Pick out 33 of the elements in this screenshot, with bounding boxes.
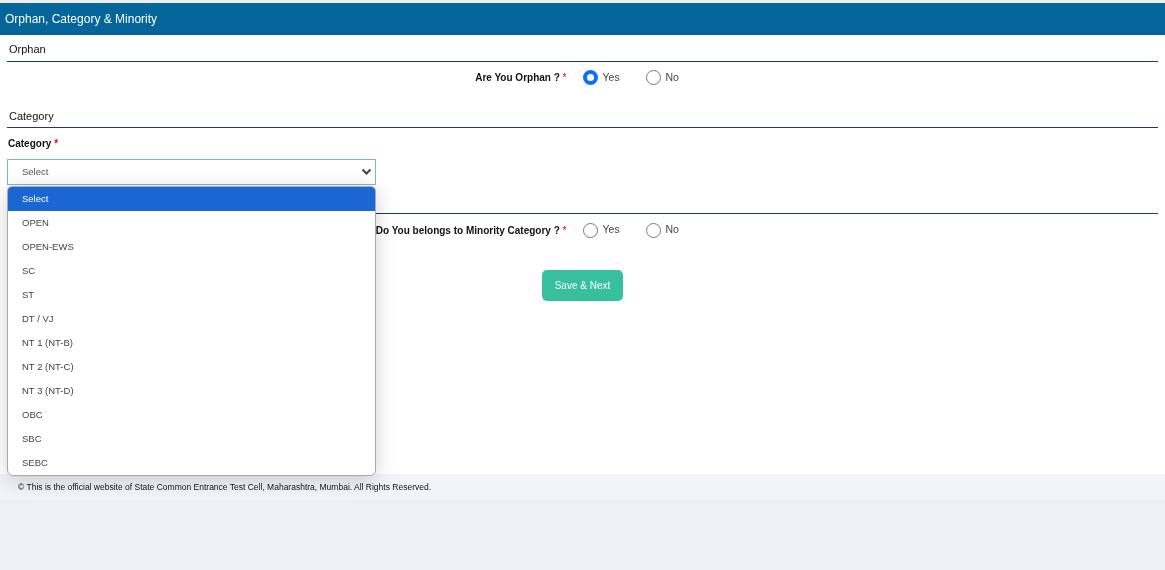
- dropdown-option[interactable]: NT 2 (NT-C): [8, 355, 375, 379]
- dropdown-option[interactable]: NT 1 (NT-B): [8, 331, 375, 355]
- radio-label[interactable]: No: [665, 222, 679, 238]
- radio-label[interactable]: Yes: [602, 69, 620, 86]
- section-heading: Orphan: [7, 35, 1158, 62]
- dropdown-option[interactable]: SC: [8, 259, 375, 283]
- dropdown-option[interactable]: OPEN-EWS: [8, 235, 375, 259]
- section-heading: Category: [7, 101, 1158, 128]
- select-value: Select: [22, 164, 49, 179]
- footer-text: © This is the official website of State Common Entrance Test Cell, Maharashtra, Mumbai. All Rights Reserved.: [0, 474, 1165, 500]
- category-select[interactable]: Select: [7, 159, 376, 185]
- chevron-down-icon: [361, 168, 372, 176]
- dropdown-option[interactable]: SEBC: [8, 451, 375, 475]
- radio-button[interactable]: [582, 70, 598, 85]
- question-label: Do You belongs to Minority Category ?: [375, 224, 561, 236]
- radio-button[interactable]: [645, 70, 661, 85]
- field-label: Category: [8, 138, 53, 149]
- radio-label[interactable]: No: [665, 69, 679, 86]
- required-mark: *: [562, 224, 567, 236]
- dropdown-option[interactable]: ST: [8, 283, 375, 307]
- page-title: Orphan, Category & Minority: [0, 3, 1165, 35]
- radio-button[interactable]: [582, 222, 598, 238]
- dropdown-option[interactable]: Select: [8, 187, 375, 211]
- required-mark: *: [54, 138, 59, 149]
- radio-button[interactable]: [645, 222, 661, 238]
- question-label: Are You Orphan ?: [475, 72, 561, 83]
- dropdown-option[interactable]: OBC: [8, 403, 375, 427]
- dropdown-option[interactable]: DT / VJ: [8, 307, 375, 331]
- dropdown-option[interactable]: OPEN: [8, 211, 375, 235]
- dropdown-option[interactable]: NT 3 (NT-D): [8, 379, 375, 403]
- radio-label[interactable]: Yes: [602, 222, 620, 238]
- required-mark: *: [562, 72, 567, 83]
- dropdown-option[interactable]: SBC: [8, 427, 375, 451]
